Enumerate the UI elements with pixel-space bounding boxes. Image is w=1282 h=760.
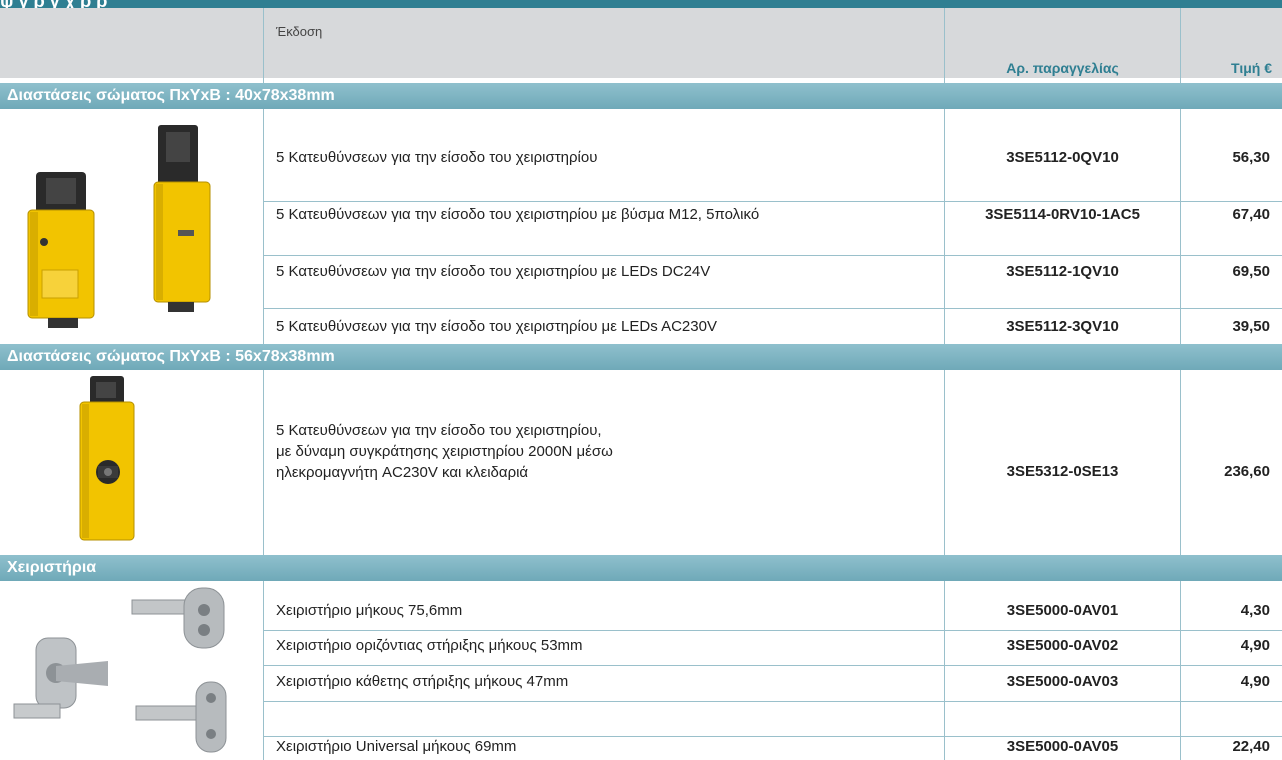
row-description: 5 Κατευθύνσεων για την είσοδο του χειρισ…	[276, 318, 717, 335]
section-title: Διαστάσεις σώματος ΠxΥxΒ : 40x78x38mm	[7, 87, 335, 104]
safety-switch-solenoid-product-image	[79, 376, 135, 541]
row-description: 5 Κατευθύνσεων για την είσοδο του χειρισ…	[276, 149, 598, 166]
price: 69,50	[1232, 263, 1270, 280]
row-divider	[264, 308, 1282, 309]
row-divider	[264, 736, 1282, 737]
order-number: 3SE5312-0SE13	[1006, 463, 1119, 480]
row-divider	[264, 630, 1282, 631]
row-description-line: με δύναμη συγκράτησης χειριστηρίου 2000N…	[276, 443, 613, 460]
price: 56,30	[1232, 149, 1270, 166]
row-divider	[264, 665, 1282, 666]
order-number: 3SE5000-0AV05	[1006, 738, 1119, 755]
top-title-fragment: ψ γ ρ γ χ ρ ρ	[0, 0, 107, 8]
order-number-header: Αρ. παραγγελίας	[1006, 60, 1119, 76]
column-divider	[263, 8, 264, 760]
edition-header: Έκδοση	[276, 24, 323, 39]
price: 39,50	[1232, 318, 1270, 335]
actuator-product-image	[13, 587, 227, 753]
row-description: Χειριστήριο οριζόντιας στήριξης μήκους 5…	[276, 637, 583, 654]
row-divider	[264, 701, 1282, 702]
order-number: 3SE5000-0AV03	[1006, 673, 1119, 690]
order-number: 3SE5000-0AV02	[1006, 637, 1119, 654]
section-header: Χειριστήρια	[0, 555, 1282, 581]
section-title: Χειριστήρια	[7, 559, 97, 576]
order-number: 3SE5112-3QV10	[1006, 318, 1119, 335]
price: 236,60	[1224, 463, 1270, 480]
order-number: 3SE5000-0AV01	[1006, 602, 1119, 619]
row-description: Χειριστήριο Universal μήκους 69mm	[276, 738, 517, 755]
price: 4,90	[1240, 673, 1270, 690]
price: 67,40	[1232, 206, 1270, 223]
section-title: Διαστάσεις σώματος ΠxΥxΒ : 56x78x38mm	[7, 348, 335, 365]
order-number: 3SE5112-1QV10	[1006, 263, 1119, 280]
row-description: 5 Κατευθύνσεων για την είσοδο του χειρισ…	[276, 206, 760, 223]
row-description-line: ηλεκρομαγνήτη AC230V και κλειδαριά	[276, 464, 529, 481]
order-number: 3SE5112-0QV10	[1006, 149, 1119, 166]
order-number: 3SE5114-0RV10-1AC5	[985, 206, 1140, 223]
row-divider	[264, 201, 1282, 202]
section-header: Διαστάσεις σώματος ΠxΥxΒ : 40x78x38mm	[0, 83, 1282, 109]
price: 4,90	[1240, 637, 1270, 654]
row-divider	[264, 255, 1282, 256]
row-description: Χειριστήριο κάθετης στήριξης μήκους 47mm	[276, 673, 569, 690]
row-description: 5 Κατευθύνσεων για την είσοδο του χειρισ…	[276, 263, 711, 280]
top-title-bar: ψ γ ρ γ χ ρ ρ	[0, 0, 1282, 8]
price: 4,30	[1240, 602, 1270, 619]
row-description: Χειριστήριο μήκους 75,6mm	[276, 602, 463, 619]
safety-switch-product-image	[27, 125, 211, 328]
row-description-line: 5 Κατευθύνσεων για την είσοδο του χειρισ…	[276, 422, 602, 439]
price: 22,40	[1232, 738, 1270, 755]
row-description: 5 Κατευθύνσεων για την είσοδο του χειρισ…	[276, 420, 936, 483]
price-header: Τιμή €	[1231, 60, 1272, 76]
section-header: Διαστάσεις σώματος ΠxΥxΒ : 56x78x38mm	[0, 344, 1282, 370]
table-header: Έκδοση Αρ. παραγγελίας Τιμή €	[0, 8, 1282, 78]
